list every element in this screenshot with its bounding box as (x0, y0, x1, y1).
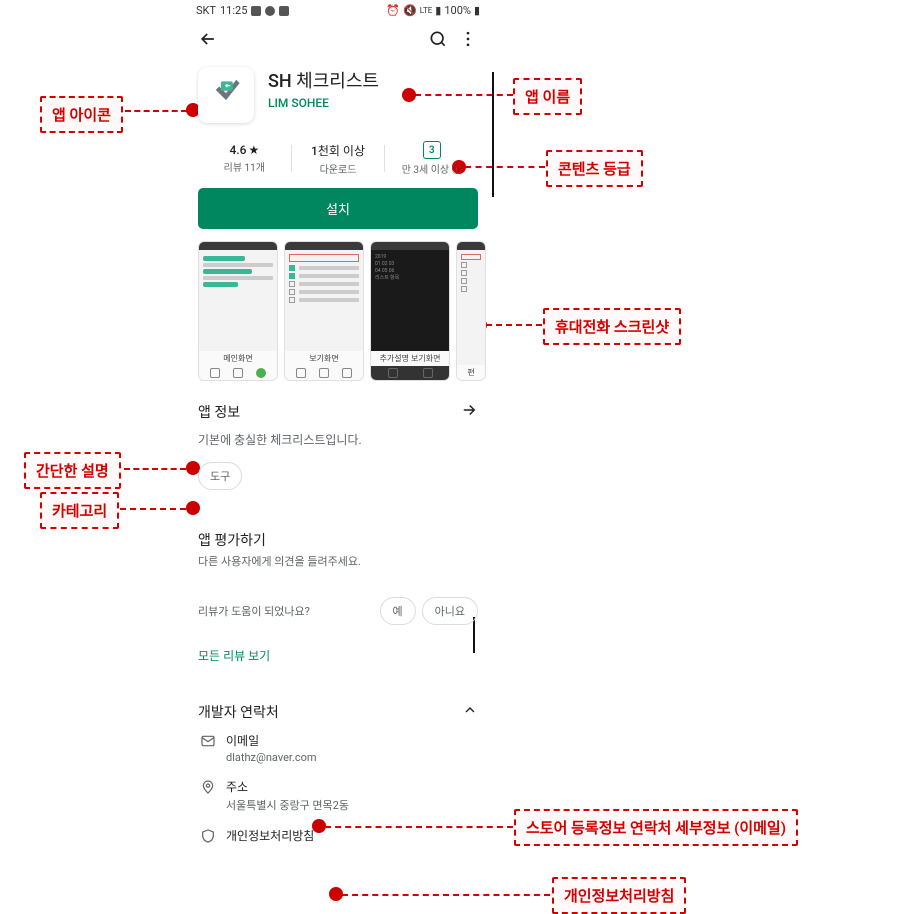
annotation-short-desc: 간단한 설명 (24, 452, 121, 489)
rating-stat[interactable]: 4.6★ 리뷰 11개 (198, 141, 291, 176)
annotation-app-icon: 앱 아이콘 (40, 96, 123, 133)
short-description: 기본에 충실한 체크리스트입니다. (198, 431, 362, 448)
location-icon (200, 779, 216, 795)
search-icon[interactable] (428, 29, 448, 53)
email-value: dlathz@naver.com (226, 751, 317, 764)
shield-icon (200, 828, 216, 844)
screenshot-thumb[interactable]: 201901 02 0304 05 06리스트 항목 추가설명 보기화면 (370, 241, 450, 381)
annotation-line (486, 324, 542, 326)
downloads-label: 다운로드 (292, 161, 385, 176)
arrow-right-icon (460, 401, 478, 423)
screenshot-thumb[interactable]: 메인화면 (198, 241, 278, 381)
annotation-dot (329, 887, 343, 901)
email-icon (200, 733, 216, 749)
rating-value: 4.6 (229, 143, 246, 157)
see-all-reviews[interactable]: 모든 리뷰 보기 (188, 647, 488, 674)
screenshot-caption: 메인화면 (199, 351, 277, 366)
no-button[interactable]: 아니요 (422, 597, 478, 625)
annotation-line (120, 508, 186, 510)
annotation-contact-email: 스토어 등록정보 연락처 세부정보 (이메일) (514, 809, 798, 846)
battery-label: 100% (444, 4, 471, 17)
more-icon[interactable] (458, 29, 478, 53)
annotation-screenshot: 휴대전화 스크린샷 (543, 308, 681, 345)
screenshot-row[interactable]: 메인화면 보기화면 201901 02 0304 05 06리스트 항목 추가설… (188, 241, 488, 391)
status-icon (279, 6, 289, 16)
annotation-app-name: 앱 이름 (513, 78, 582, 115)
developer-name[interactable]: LIM SOHEE (268, 96, 379, 110)
info-icon[interactable]: ⓘ (452, 165, 462, 176)
content-rating-badge: 3 (423, 141, 441, 159)
annotation-line (124, 468, 186, 470)
rate-title: 앱 평가하기 (198, 530, 478, 550)
category-chip[interactable]: 도구 (198, 462, 242, 490)
mute-icon: 🔇 (403, 4, 417, 17)
install-button[interactable]: 설치 (198, 188, 478, 229)
privacy-label: 개인정보처리방침 (226, 829, 314, 843)
address-label: 주소 (226, 778, 349, 795)
clock: 11:25 (220, 4, 247, 17)
status-icon (251, 6, 261, 16)
back-icon[interactable] (198, 29, 218, 53)
downloads-stat: 1천회 이상 다운로드 (292, 141, 385, 176)
rate-subtitle: 다른 사용자에게 의견을 들려주세요. (198, 553, 478, 569)
screenshot-thumb[interactable]: 보기화면 (284, 241, 364, 381)
phone-edge (492, 72, 494, 197)
yes-button[interactable]: 예 (380, 597, 416, 625)
screenshot-thumb[interactable]: 편 (456, 241, 486, 381)
annotation-privacy: 개인정보처리방침 (552, 877, 686, 914)
chevron-up-icon (462, 702, 478, 722)
developer-contact-header[interactable]: 개발자 연락처 (198, 702, 478, 722)
network-label: LTE (420, 6, 433, 15)
contact-email-row[interactable]: 이메일 dlathz@naver.com (198, 722, 478, 768)
app-name: SH 체크리스트 (268, 67, 379, 93)
annotation-line (125, 110, 187, 112)
downloads-value: 1천회 이상 (292, 142, 385, 159)
review-helpful-question: 리뷰가 도움이 되었나요? (198, 603, 310, 619)
address-value: 서울특별시 중랑구 면목2동 (226, 797, 349, 813)
screenshot-caption: 보기화면 (285, 351, 363, 366)
phone-screen: SKT 11:25 ⏰ 🔇 LTE ▮ 100% ▮ (188, 0, 488, 854)
status-bar: SKT 11:25 ⏰ 🔇 LTE ▮ 100% ▮ (188, 0, 488, 21)
contact-address-row: 주소 서울특별시 중랑구 면목2동 (198, 768, 478, 817)
screenshot-caption: 편 (457, 365, 485, 380)
annotation-category: 카테고리 (40, 492, 119, 529)
app-info-header[interactable]: 앱 정보 (198, 401, 478, 423)
content-rating-text: 만 3세 이상 (402, 165, 449, 176)
signal-icon: ▮ (435, 4, 441, 17)
content-rating-stat[interactable]: 3 만 3세 이상 ⓘ (385, 141, 478, 176)
stats-row: 4.6★ 리뷰 11개 1천회 이상 다운로드 3 만 3세 이상 ⓘ (188, 137, 488, 188)
developer-contact-title: 개발자 연락처 (198, 702, 279, 722)
app-bar (188, 21, 488, 61)
status-icon (265, 6, 275, 16)
star-icon: ★ (248, 143, 259, 157)
carrier: SKT (196, 4, 216, 17)
annotation-line (342, 894, 550, 896)
privacy-policy-row[interactable]: 개인정보처리방침 (198, 817, 478, 848)
reviews-count: 리뷰 11개 (198, 159, 291, 174)
screenshot-caption: 추가설명 보기화면 (371, 351, 449, 366)
email-label: 이메일 (226, 732, 317, 749)
alarm-icon: ⏰ (386, 4, 400, 17)
app-info-title: 앱 정보 (198, 402, 240, 422)
app-icon (198, 67, 254, 123)
battery-icon: ▮ (474, 4, 480, 17)
annotation-content-rating: 콘텐츠 등급 (546, 150, 643, 187)
